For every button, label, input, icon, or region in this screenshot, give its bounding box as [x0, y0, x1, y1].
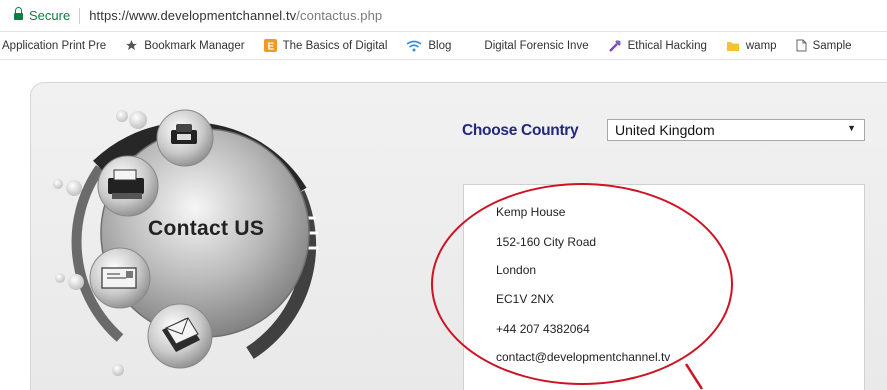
folder-icon	[726, 39, 740, 53]
country-select[interactable]: United Kingdom ▼	[607, 119, 865, 141]
url-domain: https://www.developmentchannel.tv	[89, 8, 297, 23]
secure-label: Secure	[29, 8, 71, 23]
annotation-arrow	[684, 363, 704, 390]
country-select-value: United Kingdom	[615, 122, 715, 138]
star-icon	[125, 39, 138, 52]
annotation-circle	[431, 183, 733, 385]
bookmark-label: Bookmark Manager	[144, 39, 245, 52]
wifi-icon	[406, 40, 422, 52]
page-title: Contact US	[148, 217, 265, 240]
orange-square-icon: E	[263, 39, 277, 53]
url-text[interactable]: https://www.developmentchannel.tv/contac…	[89, 8, 382, 23]
bookmark-bookmark-manager[interactable]: Bookmark Manager	[125, 39, 245, 52]
bookmark-label: Ethical Hacking	[627, 39, 707, 52]
dropdown-arrow-icon: ▼	[847, 123, 856, 133]
bookmark-label: wamp	[745, 39, 777, 52]
address-bar[interactable]: Secure https://www.developmentchannel.tv…	[0, 0, 887, 32]
bookmark-basics-of-digital[interactable]: E The Basics of Digital	[263, 39, 388, 53]
tool-icon	[608, 39, 622, 53]
bookmark-label: Application Print Pre	[2, 39, 107, 52]
bookmark-label: Blog	[428, 39, 452, 52]
bookmark-label: Sample	[812, 39, 852, 52]
contact-graphic	[53, 109, 318, 376]
url-path: /contactus.php	[296, 8, 383, 23]
page-icon	[796, 39, 807, 52]
choose-country-label: Choose Country	[462, 122, 579, 139]
lock-icon	[14, 6, 23, 21]
bookmark-wamp[interactable]: wamp	[726, 39, 777, 53]
svg-text:E: E	[267, 42, 274, 53]
bookmark-blog[interactable]: Blog	[406, 40, 451, 52]
divider	[79, 7, 81, 24]
bookmark-label: Digital Forensic Inve	[484, 39, 589, 52]
bookmark-application-print-preview[interactable]: Application Print Pre	[2, 40, 106, 52]
bookmark-digital-forensic[interactable]: Digital Forensic Inve	[484, 40, 588, 52]
bookmarks-bar: Application Print Pre Bookmark Manager E…	[0, 32, 887, 60]
bookmark-sample[interactable]: Sample	[796, 39, 852, 52]
bookmark-ethical-hacking[interactable]: Ethical Hacking	[608, 39, 707, 53]
bookmark-label: The Basics of Digital	[282, 39, 388, 52]
envelope-icon	[101, 267, 137, 289]
